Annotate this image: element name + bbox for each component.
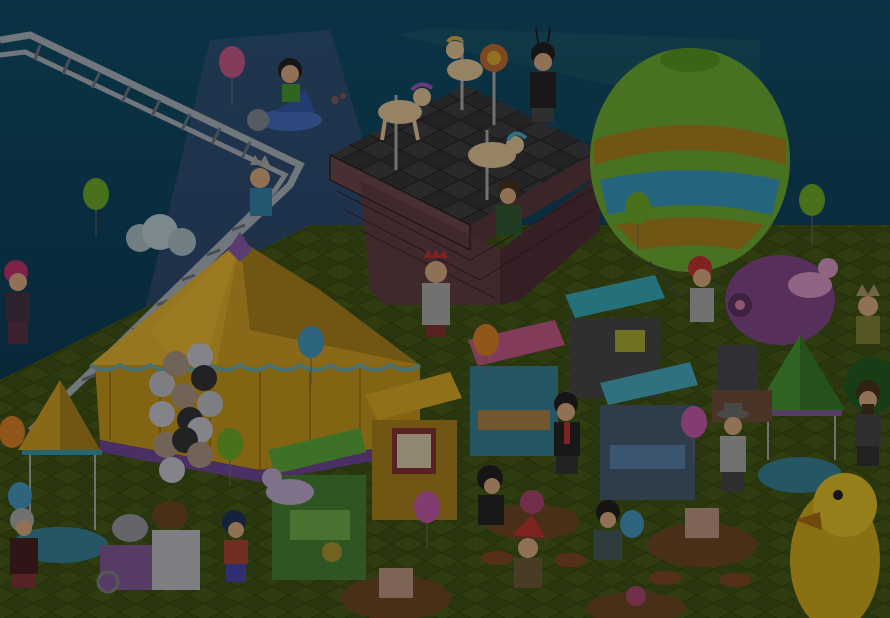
room-canvas[interactable] — [0, 0, 890, 618]
dim-overlay — [0, 0, 890, 618]
game-room-scene[interactable] — [0, 0, 890, 618]
